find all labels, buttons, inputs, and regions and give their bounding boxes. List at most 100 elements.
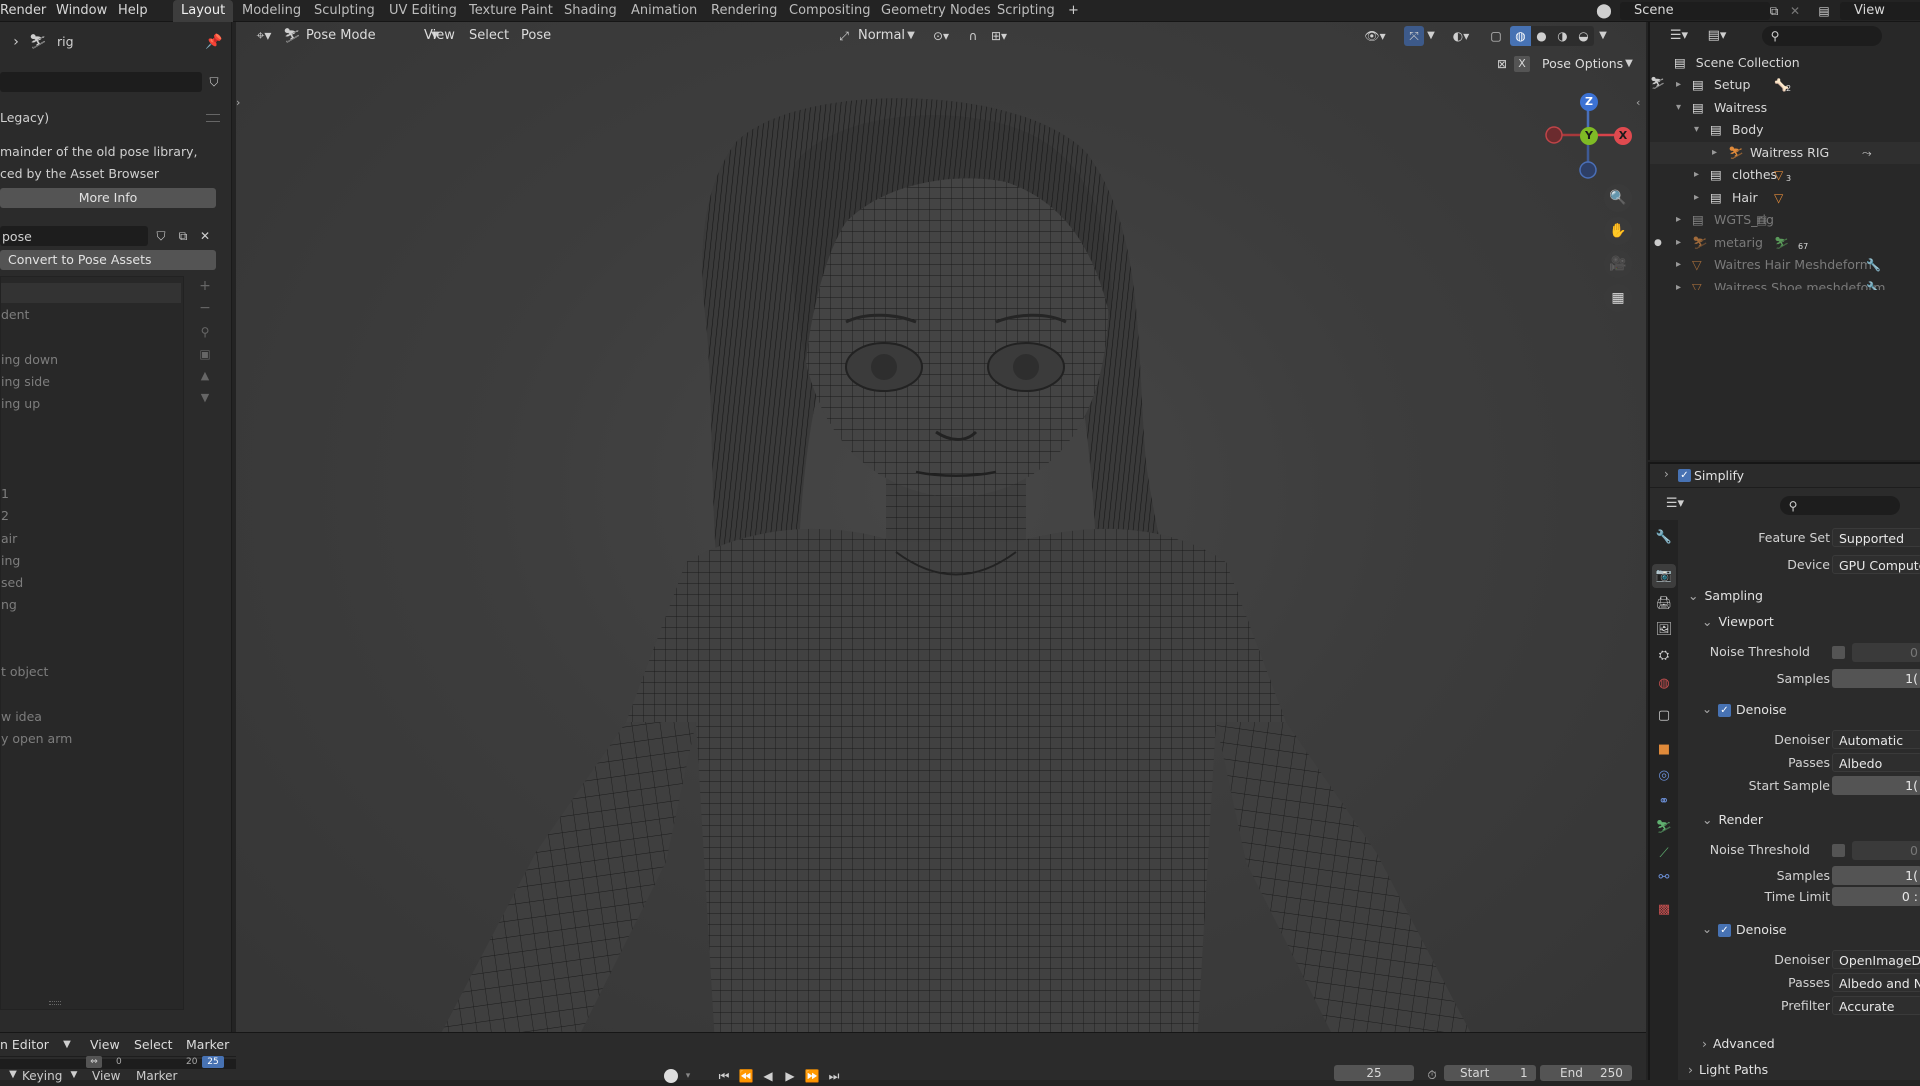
- search-icon[interactable]: ⚲: [196, 322, 214, 342]
- physics-icon[interactable]: ◎: [1654, 766, 1674, 786]
- visibility-icon[interactable]: 👁▾: [1360, 26, 1390, 46]
- menu-view[interactable]: View: [424, 28, 455, 43]
- action-menu-view[interactable]: View: [90, 1037, 120, 1052]
- pin-icon[interactable]: 📌: [204, 32, 224, 52]
- scene-collection-row[interactable]: ▤ Scene Collection: [1674, 52, 1800, 74]
- noise-threshold-checkbox[interactable]: [1832, 646, 1845, 659]
- editor-type-icon[interactable]: ⌖▾: [250, 26, 278, 46]
- start-sample-field[interactable]: 1(: [1832, 776, 1920, 795]
- render-denoiser-dropdown[interactable]: OpenImageDen: [1832, 950, 1920, 969]
- pose-list[interactable]: dent ing down ing side ing up 1 2 air in…: [0, 276, 184, 1010]
- bone-icon[interactable]: ⟋: [1654, 844, 1674, 864]
- menu-render[interactable]: Render: [0, 2, 46, 20]
- jump-end-icon[interactable]: ⏭: [824, 1066, 844, 1086]
- feature-set-dropdown[interactable]: Supported: [1832, 528, 1920, 547]
- visibility-dot-icon[interactable]: ●: [1654, 232, 1662, 254]
- wireframe-shading-icon[interactable]: ◍: [1510, 26, 1531, 46]
- render-properties-tab[interactable]: 📷: [1652, 564, 1676, 588]
- tab-compositing[interactable]: Compositing: [781, 0, 879, 22]
- gizmo-y-handle[interactable]: Y: [1580, 127, 1598, 145]
- object-icon[interactable]: ■: [1654, 740, 1674, 760]
- pivot-point-icon[interactable]: ⊙▾: [926, 26, 956, 46]
- sidebar-expand-right-icon[interactable]: ‹: [1636, 96, 1644, 110]
- active-bone-field[interactable]: [0, 72, 202, 92]
- gizmo-z-handle[interactable]: Z: [1580, 93, 1598, 111]
- outliner-data-icon[interactable]: ▤: [1756, 209, 1767, 231]
- noise-threshold-field[interactable]: 0: [1852, 643, 1920, 662]
- scene-icon[interactable]: ⬤: [1592, 1, 1616, 21]
- render-passes-dropdown[interactable]: Albedo and Nor: [1832, 973, 1920, 992]
- new-scene-icon[interactable]: ⧉: [1764, 1, 1784, 21]
- resize-grip-icon[interactable]: [49, 1001, 61, 1005]
- legacy-panel-title[interactable]: Legacy): [0, 110, 49, 125]
- pan-hand-icon[interactable]: ✋: [1604, 217, 1632, 245]
- pose-list-active-row[interactable]: [1, 283, 181, 303]
- tab-sculpting[interactable]: Sculpting: [306, 0, 383, 22]
- sampling-panel-header[interactable]: ⌄ Sampling: [1688, 588, 1763, 603]
- mode-selector[interactable]: ⛷ Pose Mode ▼: [282, 26, 444, 46]
- outliner-row[interactable]: ▸ ▤ Hair ▽: [1650, 187, 1920, 209]
- denoise-viewport-checkbox[interactable]: ✓: [1718, 704, 1731, 717]
- properties-editor-type-icon[interactable]: ☰▾: [1658, 494, 1692, 514]
- frame-ruler[interactable]: ⇔ 0 20 25: [0, 1056, 236, 1069]
- outliner-search-input[interactable]: ⚲: [1762, 26, 1882, 46]
- list-item[interactable]: ing down: [1, 352, 58, 367]
- start-frame-field[interactable]: Start 1: [1444, 1065, 1536, 1081]
- mirror-icon[interactable]: ⊠: [1492, 54, 1512, 74]
- tab-layout[interactable]: Layout: [173, 0, 234, 22]
- menu-help[interactable]: Help: [118, 2, 148, 20]
- bone-constraints-icon[interactable]: ⚯: [1654, 868, 1674, 888]
- scene-selector[interactable]: Scene: [1620, 2, 1770, 20]
- view-layer-icon[interactable]: 🖼: [1654, 620, 1674, 640]
- outliner-data-icon[interactable]: 🔧: [1866, 254, 1881, 276]
- tab-shading[interactable]: Shading: [556, 0, 625, 22]
- snap-icon[interactable]: ∩: [962, 26, 984, 46]
- list-item[interactable]: dent: [1, 307, 29, 322]
- current-frame-field[interactable]: 25: [1334, 1065, 1414, 1081]
- snap-target-icon[interactable]: ⊞▾: [984, 26, 1014, 46]
- tab-modeling[interactable]: Modeling: [234, 0, 309, 22]
- chevron-down-icon[interactable]: ▾: [682, 1066, 694, 1086]
- list-item[interactable]: w idea: [1, 709, 42, 724]
- tab-animation[interactable]: Animation: [623, 0, 705, 22]
- zoom-icon[interactable]: 🔍: [1604, 184, 1632, 212]
- shield-icon[interactable]: ⛉: [204, 72, 224, 92]
- render-subpanel-header[interactable]: ⌄ Render: [1702, 812, 1763, 827]
- outliner-row[interactable]: ▸ ▤ clothes ▽ 3: [1650, 164, 1920, 186]
- chevron-right-icon[interactable]: ▸: [1676, 74, 1681, 96]
- move-up-icon[interactable]: ▲: [196, 366, 214, 386]
- transform-orientation-selector[interactable]: ⤢ Normal ▼: [834, 26, 920, 46]
- convert-to-pose-assets-button[interactable]: Convert to Pose Assets: [0, 250, 216, 270]
- next-keyframe-icon[interactable]: ⏩: [802, 1066, 822, 1086]
- chevron-right-icon[interactable]: ▸: [1676, 254, 1681, 276]
- action-menu-select[interactable]: Select: [134, 1037, 173, 1052]
- chevron-down-icon[interactable]: ▼: [1596, 26, 1610, 46]
- collection-icon[interactable]: ▢: [1654, 706, 1674, 726]
- tab-scripting[interactable]: Scripting: [989, 0, 1063, 22]
- more-info-button[interactable]: More Info: [0, 188, 216, 208]
- remove-icon[interactable]: −: [196, 298, 214, 318]
- viewport-subpanel-header[interactable]: ⌄ Viewport: [1702, 614, 1774, 629]
- prev-keyframe-icon[interactable]: ⏪: [736, 1066, 756, 1086]
- solid-shading-icon[interactable]: ●: [1531, 26, 1552, 46]
- chevron-right-icon[interactable]: ▸: [1694, 187, 1699, 209]
- list-item[interactable]: 2: [1, 508, 9, 523]
- list-item[interactable]: t object: [1, 664, 48, 679]
- list-item[interactable]: 1: [1, 486, 9, 501]
- simplify-panel-header[interactable]: › ✓ Simplify: [1650, 464, 1920, 488]
- outliner-row[interactable]: ▸ ⛷ metarig ⛷ 67 ●: [1650, 232, 1920, 254]
- end-frame-field[interactable]: End 250: [1540, 1065, 1632, 1081]
- list-item[interactable]: ing: [1, 553, 20, 568]
- device-dropdown[interactable]: GPU Compute: [1832, 555, 1920, 574]
- list-item[interactable]: ng: [1, 597, 17, 612]
- chevron-down-icon[interactable]: ▼: [68, 1065, 80, 1085]
- chevron-right-icon[interactable]: ▸: [1676, 232, 1681, 254]
- outliner-row[interactable]: ▾ ▤ Body: [1650, 119, 1920, 141]
- output-icon[interactable]: 🖨: [1654, 594, 1674, 614]
- list-item[interactable]: ing side: [1, 374, 50, 389]
- outliner-data-icon[interactable]: ▽: [1774, 187, 1783, 209]
- timeline-menu-view[interactable]: View: [92, 1069, 120, 1083]
- move-down-icon[interactable]: ▼: [196, 388, 214, 408]
- menu-window[interactable]: Window: [56, 2, 107, 20]
- viewport-denoiser-dropdown[interactable]: Automatic: [1832, 730, 1920, 749]
